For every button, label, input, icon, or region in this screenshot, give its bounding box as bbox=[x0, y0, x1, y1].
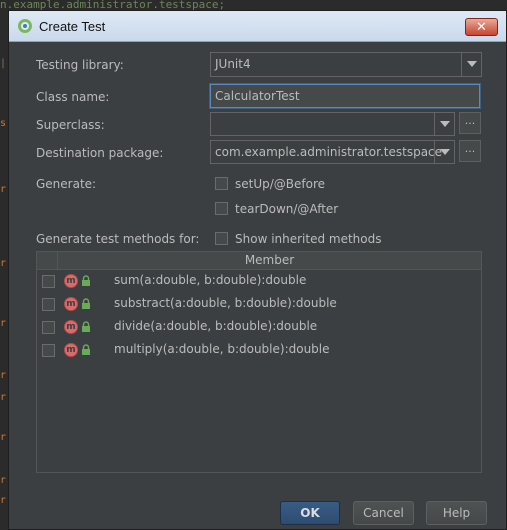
row-method-text: sum(a:double, b:double):double bbox=[114, 273, 307, 287]
table-row[interactable]: m sum(a:double, b:double):double bbox=[37, 270, 481, 293]
create-test-dialog: Create Test ✕ Testing library: JUnit4 Cl… bbox=[8, 10, 507, 530]
testing-library-combo[interactable]: JUnit4 bbox=[210, 52, 482, 77]
destination-package-combo[interactable]: com.example.administrator.testspace bbox=[210, 140, 455, 164]
lock-icon bbox=[82, 275, 90, 286]
row-checkbox[interactable] bbox=[42, 275, 55, 288]
class-name-label: Class name: bbox=[36, 90, 110, 104]
lock-icon bbox=[82, 344, 90, 355]
generate-label: Generate: bbox=[36, 177, 97, 191]
select-column-header[interactable] bbox=[37, 252, 58, 269]
method-icon: m bbox=[64, 343, 78, 357]
setup-checkbox[interactable] bbox=[215, 177, 228, 190]
show-inherited-label[interactable]: Show inherited methods bbox=[235, 232, 382, 246]
row-method-text: substract(a:double, b:double):double bbox=[114, 296, 337, 310]
method-icon: m bbox=[64, 274, 78, 288]
teardown-checkbox[interactable] bbox=[215, 202, 228, 215]
destination-package-label: Destination package: bbox=[36, 146, 164, 160]
teardown-label[interactable]: tearDown/@After bbox=[235, 202, 338, 216]
table-row[interactable]: m substract(a:double, b:double):double bbox=[37, 293, 481, 316]
row-checkbox[interactable] bbox=[42, 321, 55, 334]
lock-icon bbox=[82, 321, 90, 332]
close-button[interactable]: ✕ bbox=[465, 18, 498, 36]
row-method-text: divide(a:double, b:double):double bbox=[114, 319, 318, 333]
title-bar[interactable]: Create Test ✕ bbox=[9, 11, 506, 42]
superclass-label: Superclass: bbox=[36, 118, 105, 132]
cancel-button[interactable]: Cancel bbox=[353, 501, 414, 525]
row-checkbox[interactable] bbox=[42, 298, 55, 311]
chevron-down-icon[interactable] bbox=[461, 53, 481, 76]
method-icon: m bbox=[64, 320, 78, 334]
chevron-down-icon[interactable] bbox=[434, 141, 454, 163]
testing-library-label: Testing library: bbox=[36, 58, 124, 72]
chevron-down-icon[interactable] bbox=[434, 113, 454, 135]
ok-button[interactable]: OK bbox=[280, 501, 340, 525]
member-column-header[interactable]: Member bbox=[58, 252, 481, 269]
table-header: Member bbox=[37, 252, 481, 270]
method-icon: m bbox=[64, 297, 78, 311]
lock-icon bbox=[82, 298, 90, 309]
class-name-field[interactable]: CalculatorTest bbox=[210, 84, 480, 108]
generate-methods-label: Generate test methods for: bbox=[36, 232, 200, 246]
table-row[interactable]: m divide(a:double, b:double):double bbox=[37, 316, 481, 339]
help-button[interactable]: Help bbox=[426, 501, 487, 525]
android-studio-icon bbox=[18, 19, 32, 33]
table-row[interactable]: m multiply(a:double, b:double):double bbox=[37, 339, 481, 362]
editor-code-line: n.example.administrator.testspace; bbox=[0, 0, 226, 10]
superclass-combo[interactable] bbox=[210, 112, 455, 136]
row-checkbox[interactable] bbox=[42, 344, 55, 357]
destination-package-value: com.example.administrator.testspace bbox=[215, 145, 443, 159]
row-method-text: multiply(a:double, b:double):double bbox=[114, 342, 330, 356]
destination-package-browse-button[interactable]: ... bbox=[459, 140, 481, 162]
setup-label[interactable]: setUp/@Before bbox=[235, 177, 325, 191]
show-inherited-checkbox[interactable] bbox=[215, 232, 228, 245]
testing-library-value: JUnit4 bbox=[215, 57, 251, 71]
members-table: Member m sum(a:double, b:double):double … bbox=[36, 251, 482, 473]
dialog-title: Create Test bbox=[39, 19, 106, 34]
superclass-browse-button[interactable]: ... bbox=[459, 112, 481, 134]
